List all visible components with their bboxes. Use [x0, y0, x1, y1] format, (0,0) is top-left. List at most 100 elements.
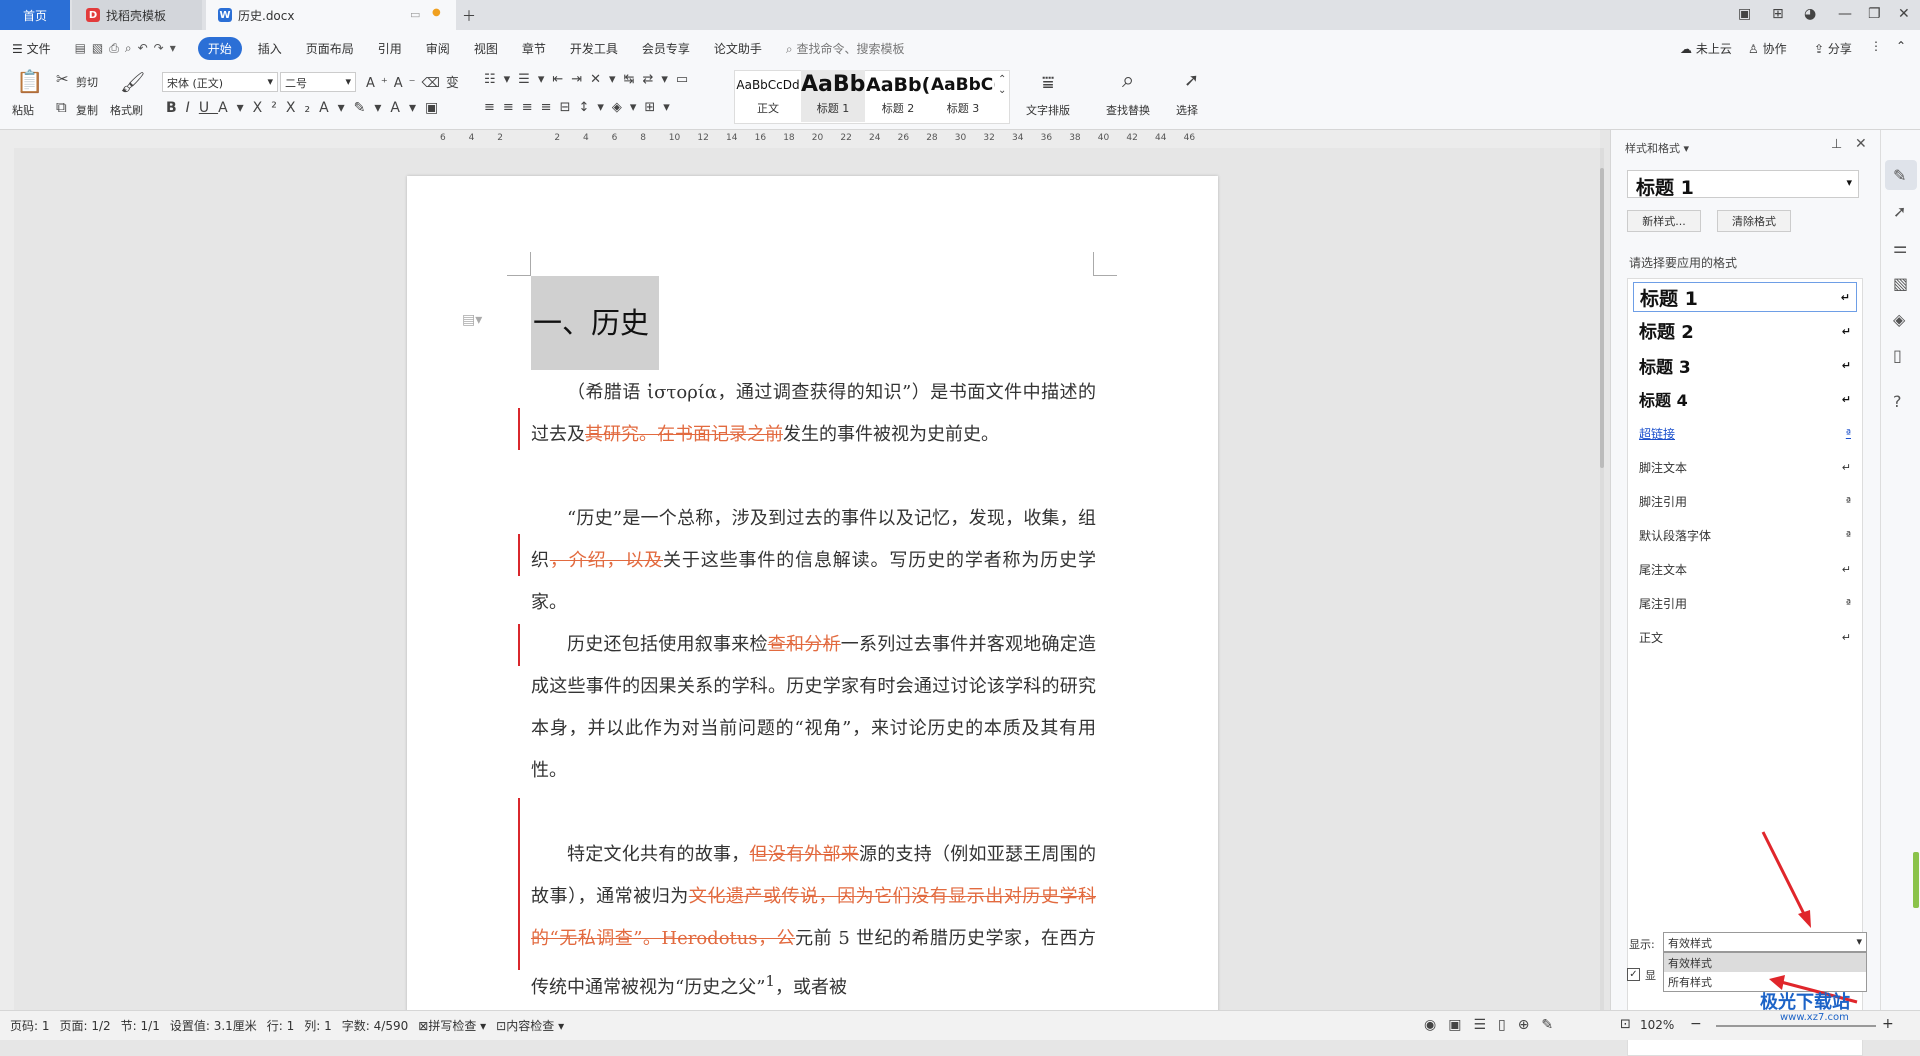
- spell-check-button[interactable]: ⊠拼写检查 ▾: [418, 1017, 486, 1034]
- book-icon[interactable]: ▯: [1893, 346, 1902, 365]
- style-item-footnote-ref[interactable]: 脚注引用 ª: [1633, 486, 1857, 516]
- style-item-heading-4[interactable]: 标题 4 ↵: [1633, 384, 1857, 414]
- vertical-ruler[interactable]: [0, 148, 14, 1010]
- copy-icon[interactable]: ⧉: [56, 98, 67, 116]
- tab-references[interactable]: 引用: [366, 40, 414, 57]
- more-icon[interactable]: ⋮: [1870, 39, 1882, 53]
- help-icon[interactable]: ?: [1893, 392, 1902, 411]
- style-heading-3[interactable]: AaBbC(标题 3: [931, 70, 995, 122]
- style-item-normal[interactable]: 正文 ↵: [1633, 622, 1857, 652]
- side-handle[interactable]: [1913, 852, 1919, 908]
- tab-document[interactable]: W 历史.docx ▭ ●: [206, 0, 456, 30]
- zoom-in-icon[interactable]: +: [1882, 1016, 1894, 1032]
- tab-chapter[interactable]: 章节: [510, 40, 558, 57]
- tab-view[interactable]: 视图: [462, 40, 510, 57]
- grid-icon[interactable]: ⊞: [1772, 6, 1784, 22]
- style-item-heading-3[interactable]: 标题 3 ↵: [1633, 350, 1857, 380]
- font-size-select[interactable]: 二号 ▾: [280, 72, 356, 92]
- paragraph-2[interactable]: “历史”是一个总称，涉及到过去的事件以及记忆，发现，收集，组织，介绍，以及关于这…: [531, 498, 1096, 624]
- cursor-icon[interactable]: ➚: [1184, 70, 1199, 91]
- style-item-footnote-text[interactable]: 脚注文本 ↵: [1633, 452, 1857, 482]
- paragraph-4[interactable]: 特定文化共有的故事，但没有外部来源的支持（例如亚瑟王周围的故事），通常被归为文化…: [531, 834, 1096, 1009]
- new-style-button[interactable]: 新样式...: [1627, 210, 1701, 232]
- paragraph-1[interactable]: （希腊语 ἱστορία，通过调查获得的知识”）是书面文件中描述的过去及其研究。…: [531, 372, 1096, 456]
- cloud-status[interactable]: ☁ 未上云: [1680, 40, 1732, 57]
- style-item-heading-2[interactable]: 标题 2 ↵: [1633, 316, 1857, 346]
- avatar[interactable]: ◕: [1804, 6, 1816, 22]
- find-replace-button[interactable]: 查找替换: [1106, 102, 1150, 118]
- collab-button[interactable]: ♙ 协作: [1748, 40, 1787, 57]
- tab-start[interactable]: 开始: [197, 36, 242, 60]
- tab-review[interactable]: 审阅: [414, 40, 462, 57]
- clear-format-button[interactable]: 清除格式: [1717, 210, 1791, 232]
- paragraph-3[interactable]: 历史还包括使用叙事来检查和分析一系列过去事件并客观地确定造成这些事件的因果关系的…: [531, 624, 1096, 792]
- text-layout-button[interactable]: 文字排版: [1026, 102, 1070, 118]
- zoom-slider[interactable]: [1716, 1025, 1876, 1027]
- image-icon[interactable]: ▧: [1893, 274, 1908, 293]
- paragraph-align-tools[interactable]: ≡≡≡≡⊟↕▾◈▾⊞▾: [484, 100, 678, 115]
- pointer-icon[interactable]: ➚: [1893, 202, 1906, 221]
- style-heading-1[interactable]: AaBb 标题 1: [801, 70, 865, 122]
- format-painter-button[interactable]: 格式刷: [110, 102, 143, 118]
- restore-icon[interactable]: ❐: [1868, 6, 1881, 22]
- style-item-heading-1[interactable]: 标题 1 ↵: [1633, 282, 1857, 312]
- status-page[interactable]: 页面: 1/2: [60, 1017, 111, 1034]
- horizontal-ruler[interactable]: 6 4 2 2 4 6 8 10 12 14 16 18 20 22 24 26 28 30 32 34 36 38 40 4…: [0, 130, 1600, 148]
- tab-insert[interactable]: 插入: [246, 40, 294, 57]
- command-search[interactable]: ⌕ 查找命令、搜索模板: [774, 40, 917, 57]
- tab-home[interactable]: 首页: [0, 0, 70, 30]
- paste-icon[interactable]: 📋: [16, 70, 43, 95]
- footnote-ref[interactable]: 1: [765, 972, 775, 990]
- text-layout-icon[interactable]: ⩸: [1042, 70, 1054, 94]
- style-item-endnote-text[interactable]: 尾注文本 ↵: [1633, 554, 1857, 584]
- current-style-select[interactable]: 标题 1 ▾: [1627, 170, 1859, 199]
- quick-access-icons[interactable]: ▤▧⎙⌕↶↷▾: [63, 41, 194, 56]
- tab-template[interactable]: D 找稻壳模板: [72, 0, 202, 30]
- panel-title[interactable]: 样式和格式 ▾: [1625, 140, 1689, 156]
- sliders-icon[interactable]: ⚌: [1893, 238, 1907, 257]
- close-icon[interactable]: ✕: [1898, 6, 1910, 22]
- magnifier-icon[interactable]: ⌕: [1122, 68, 1134, 93]
- zoom-level[interactable]: 102%: [1640, 1018, 1674, 1032]
- zoom-out-icon[interactable]: −: [1690, 1016, 1702, 1032]
- style-item-hyperlink[interactable]: 超链接 ª: [1633, 418, 1857, 448]
- file-menu[interactable]: ☰ 文件: [0, 40, 63, 57]
- paragraph-handle-icon[interactable]: ▤▾: [462, 312, 482, 328]
- monitor-icon[interactable]: ▭: [410, 8, 420, 21]
- heading-selected[interactable]: 一、历史: [531, 276, 659, 370]
- select-button[interactable]: 选择: [1176, 102, 1198, 118]
- location-icon[interactable]: ◈: [1893, 310, 1905, 329]
- scissors-icon[interactable]: ✂: [56, 70, 69, 88]
- view-mode-icons[interactable]: ◉▣☰▯⊕✎: [1424, 1017, 1565, 1033]
- pin-icon[interactable]: ⊥: [1831, 137, 1842, 152]
- format-painter-icon[interactable]: 🖌: [120, 70, 145, 94]
- share-button[interactable]: ⇪ 分享: [1814, 40, 1852, 57]
- tab-developer[interactable]: 开发工具: [558, 40, 630, 57]
- show-preview-checkbox[interactable]: ✓: [1627, 968, 1640, 981]
- font-size-tools[interactable]: A⁺A⁻⌫变: [366, 72, 465, 91]
- doc-scrollbar-thumb[interactable]: [1600, 168, 1604, 468]
- status-words[interactable]: 字数: 4/590: [342, 1017, 408, 1034]
- pen-icon[interactable]: ✎: [1893, 166, 1906, 185]
- fit-page-icon[interactable]: ⊡: [1620, 1017, 1631, 1032]
- tab-thesis[interactable]: 论文助手: [702, 40, 774, 57]
- style-item-endnote-ref[interactable]: 尾注引用 ª: [1633, 588, 1857, 618]
- content-check-button[interactable]: ⊡内容检查 ▾: [496, 1017, 564, 1034]
- list-indent-tools[interactable]: ☷▾☰▾⇤⇥✕▾↹⇄▾▭: [484, 72, 696, 87]
- style-heading-2[interactable]: AaBb(标题 2: [866, 70, 930, 122]
- style-normal[interactable]: AaBbCcDd 正文: [736, 70, 800, 122]
- new-tab-icon[interactable]: ＋: [462, 6, 476, 26]
- font-family-select[interactable]: 宋体 (正文) ▾: [162, 72, 278, 92]
- paste-button[interactable]: 粘贴: [12, 102, 34, 118]
- tab-member[interactable]: 会员专享: [630, 40, 702, 57]
- cut-button[interactable]: 剪切: [76, 74, 98, 90]
- panel-close-icon[interactable]: ✕: [1855, 136, 1867, 152]
- style-gallery-scroll-icon[interactable]: ⌃ ⌄: [998, 74, 1006, 96]
- collapse-ribbon-icon[interactable]: ⌃: [1896, 39, 1906, 53]
- window-layout-icon[interactable]: ▣: [1738, 6, 1751, 22]
- copy-button[interactable]: 复制: [76, 102, 98, 118]
- document-page[interactable]: ▤▾ 一、历史 （希腊语 ἱστορία，通过调查获得的知识”）是书面文件中描述…: [407, 176, 1218, 1010]
- font-format-tools[interactable]: BIUA▾X²X₂A▾✎▾A▾▣: [166, 100, 447, 116]
- tab-page-layout[interactable]: 页面布局: [294, 40, 366, 57]
- minimize-icon[interactable]: —: [1838, 6, 1852, 22]
